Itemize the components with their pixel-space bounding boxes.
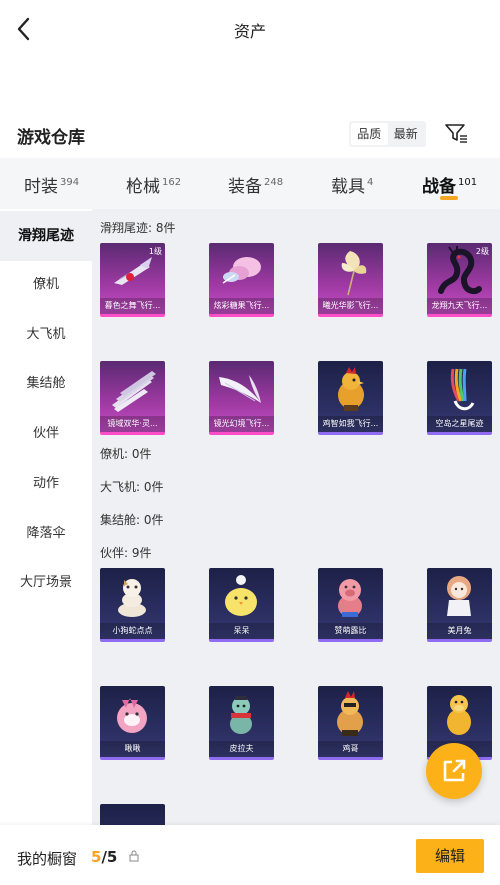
tab-equipment[interactable]: 装备 248 xyxy=(228,172,283,197)
share-button[interactable] xyxy=(426,743,482,799)
white-wing-icon xyxy=(219,375,261,403)
wingman-count-label: 僚机: 0件 xyxy=(100,447,152,461)
item-name: 啾啾 xyxy=(100,741,165,757)
tab-label: 装备 xyxy=(228,177,262,197)
share-icon xyxy=(443,759,466,782)
tab-vehicles[interactable]: 载具 4 xyxy=(331,172,373,197)
item-name: 鸡智如我飞行... xyxy=(318,416,383,432)
item-card[interactable]: 啾啾 xyxy=(100,686,165,760)
scarf-pet-icon xyxy=(230,696,252,734)
candy-wing-icon xyxy=(222,257,261,284)
top-bar: 资产 xyxy=(0,0,500,58)
chick-pet-icon xyxy=(225,575,257,616)
duck-pet-icon xyxy=(447,695,471,735)
companion-count-label: 伙伴: 9件 xyxy=(100,546,152,560)
item-card[interactable]: 赞萌露比 xyxy=(318,568,383,642)
item-card[interactable]: 鸡智如我飞行... xyxy=(318,361,383,435)
tab-firearms[interactable]: 枪械 162 xyxy=(126,172,181,197)
sidebar-item-companion[interactable]: 伙伴 xyxy=(0,409,92,459)
item-card[interactable]: 小狗蛇点点 xyxy=(100,568,165,642)
rooster-pet-icon xyxy=(337,691,363,736)
item-name: 呆呆 xyxy=(209,623,274,639)
item-name: 小狗蛇点点 xyxy=(100,623,165,639)
showcase-count-total: /5 xyxy=(101,848,118,866)
sidebar-item-glide-trail[interactable]: 滑翔尾迹 xyxy=(0,211,92,261)
item-card[interactable]: 曦光华影飞行... xyxy=(318,243,383,317)
tab-count: 162 xyxy=(162,177,182,188)
item-card[interactable]: 1级 暮色之舞飞行... xyxy=(100,243,165,317)
doll-pet-icon xyxy=(447,576,471,616)
aircraft-count-label: 大飞机: 0件 xyxy=(100,480,164,494)
sidebar-item-lobby-scene[interactable]: 大厅场景 xyxy=(0,558,92,608)
item-name: 暮色之舞飞行... xyxy=(100,298,165,314)
tab-count: 394 xyxy=(60,177,80,188)
filter-icon[interactable] xyxy=(444,122,468,144)
item-card[interactable] xyxy=(100,804,165,825)
sort-toggle: 品质 最新 xyxy=(349,121,426,147)
item-name: 赞萌露比 xyxy=(318,623,383,639)
item-card[interactable]: 镜域双华·灵... xyxy=(100,361,165,435)
item-name: 鸡哥 xyxy=(318,741,383,757)
page-title: 资产 xyxy=(233,22,266,41)
tab-battle-gear[interactable]: 战备 101 xyxy=(422,172,477,197)
flower-wand-icon xyxy=(341,251,367,296)
item-name: 曦光华影飞行... xyxy=(318,298,383,314)
tab-count: 4 xyxy=(367,177,374,188)
showcase-count: 5/5 xyxy=(91,848,117,866)
item-card[interactable]: 镜光幻境飞行... xyxy=(209,361,274,435)
item-name: 龙翔九天飞行... xyxy=(427,298,492,314)
showcase-count-current: 5 xyxy=(91,848,102,866)
item-grid-area: 滑翔尾迹: 8件 1级 暮色之舞飞行... 炫彩糖果飞行... 曦光华影飞行..… xyxy=(92,209,500,825)
sort-quality-option[interactable]: 品质 xyxy=(351,123,388,145)
item-name: 美月兔 xyxy=(427,623,492,639)
pig-pet-icon xyxy=(338,579,362,617)
item-name: 空岛之星尾迹 xyxy=(427,416,492,432)
item-name: 镜域双华·灵... xyxy=(100,416,165,432)
item-card[interactable]: 炫彩糖果飞行... xyxy=(209,243,274,317)
sidebar-item-aircraft[interactable]: 大飞机 xyxy=(0,310,92,360)
showcase-label: 我的橱窗 xyxy=(17,850,78,868)
snake-pet-icon xyxy=(118,579,146,617)
edit-button[interactable]: 编辑 xyxy=(416,839,484,873)
category-tabs: 时装 394 枪械 162 装备 248 载具 4 战备 101 xyxy=(0,158,500,209)
glide-trail-count-label: 滑翔尾迹: 8件 xyxy=(100,221,176,235)
item-level: 2级 xyxy=(475,247,489,256)
capsule-count-label: 集结舱: 0件 xyxy=(100,513,164,527)
item-name: 皮拉夫 xyxy=(209,741,274,757)
rooster-icon xyxy=(338,367,364,411)
bottom-bar: 我的橱窗 5/5 编辑 xyxy=(0,825,500,885)
item-card[interactable]: 美月兔 xyxy=(427,568,492,642)
pet-icon xyxy=(100,804,165,825)
sidebar-item-wingman[interactable]: 僚机 xyxy=(0,260,92,310)
sidebar: 滑翔尾迹 僚机 大飞机 集结舱 伙伴 动作 降落伞 大厅场景 xyxy=(0,209,92,825)
rainbow-trail-icon xyxy=(450,368,475,411)
sidebar-item-parachute[interactable]: 降落伞 xyxy=(0,509,92,559)
item-name: 炫彩糖果飞行... xyxy=(209,298,274,314)
item-card[interactable]: 空岛之星尾迹 xyxy=(427,361,492,435)
item-card[interactable]: 鸡哥 xyxy=(318,686,383,760)
tab-label: 时装 xyxy=(24,177,58,197)
tab-label: 载具 xyxy=(331,177,365,197)
item-name: 镜光幻境飞行... xyxy=(209,416,274,432)
tab-label: 战备 xyxy=(422,177,456,197)
tab-count: 101 xyxy=(458,177,478,188)
pink-bird-pet-icon xyxy=(117,698,147,733)
tab-count: 248 xyxy=(264,177,284,188)
sort-latest-option[interactable]: 最新 xyxy=(388,123,425,145)
blade-fan-icon xyxy=(112,371,156,412)
item-card[interactable]: 呆呆 xyxy=(209,568,274,642)
section-title: 游戏仓库 xyxy=(17,128,85,148)
item-card[interactable]: 2级 龙翔九天飞行... xyxy=(427,243,492,317)
lock-icon xyxy=(129,850,139,862)
sidebar-item-capsule[interactable]: 集结舱 xyxy=(0,359,92,409)
active-tab-indicator xyxy=(440,196,458,200)
tab-fashion[interactable]: 时装 394 xyxy=(24,172,79,197)
sidebar-item-emote[interactable]: 动作 xyxy=(0,459,92,509)
item-card[interactable]: 皮拉夫 xyxy=(209,686,274,760)
tab-label: 枪械 xyxy=(126,177,160,197)
item-level: 1级 xyxy=(148,247,162,256)
